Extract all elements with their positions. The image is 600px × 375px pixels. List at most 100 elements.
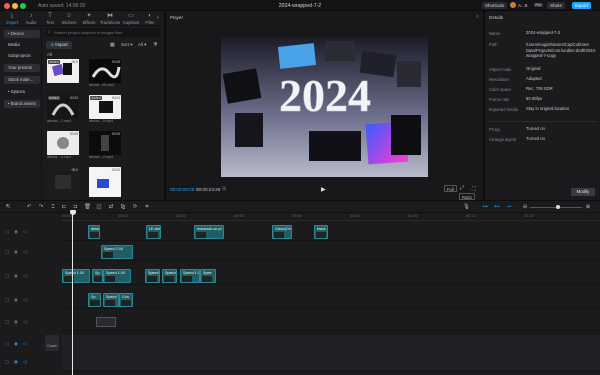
sort-button[interactable]: Sort ▾ — [121, 41, 133, 49]
media-duration: 00:05 — [69, 132, 78, 136]
player-menu-icon[interactable]: ≡ — [476, 14, 479, 20]
media-item[interactable]: 00:05 abstra...-3.mp4 — [47, 131, 79, 159]
microphone-icon[interactable]: 🎙 — [463, 204, 470, 210]
filter-icon[interactable]: ⧩ — [153, 42, 157, 48]
timeline-clip[interactable]: Con — [119, 293, 133, 307]
import-button[interactable]: ⊕ Import — [46, 41, 72, 49]
sidebar-item-media[interactable]: Media — [4, 41, 40, 49]
zoom-icon[interactable]: ⤢ — [460, 185, 464, 191]
sidebar-item-spaces[interactable]: • Spaces — [4, 88, 40, 96]
zoom-in-icon[interactable]: ⊕ — [585, 204, 591, 210]
split-left-icon[interactable]: ⊏ — [61, 204, 67, 210]
timeline-clip[interactable]: Speed — [103, 293, 119, 307]
sidebar-item-stock[interactable]: Stock mate... — [4, 76, 40, 84]
snap-icon[interactable]: ⊷ — [494, 204, 500, 210]
media-item[interactable]: 00:03 — [89, 167, 121, 197]
ratio-button[interactable]: Ratio — [459, 193, 475, 200]
redo-icon[interactable]: ↷ — [38, 204, 44, 210]
tab-stickers[interactable]: ☺ Stickers — [59, 11, 79, 26]
timeline-clip[interactable]: Sp — [92, 269, 103, 283]
timeline-clip[interactable]: Speed 1.0X — [62, 269, 90, 283]
full-quality-button[interactable]: Full — [444, 185, 457, 192]
video-frame-art: 2024 — [221, 37, 428, 177]
media-search[interactable]: ⌕ — [46, 28, 160, 37]
timeline-clip[interactable]: Speed 1.0X — [103, 269, 131, 283]
media-item[interactable]: 00:05 abstra...-2.mp4 — [89, 131, 121, 159]
sidebar-item-presets[interactable]: Your presets — [4, 64, 40, 72]
stickers-icon: ☺ — [65, 13, 73, 19]
timeline-clip[interactable]: Speed — [145, 269, 160, 283]
mirror-icon[interactable]: ⧎ — [120, 204, 126, 210]
media-item[interactable]: Added 00:0 — [47, 59, 79, 83]
crop-icon[interactable]: ⌗ — [144, 204, 150, 210]
avatar[interactable] — [510, 2, 516, 8]
sidebar-item-device[interactable]: • Device — [4, 30, 40, 38]
fit-icon[interactable]: ⊞ — [222, 186, 226, 192]
freeze-icon[interactable]: ◫ — [96, 204, 102, 210]
video-preview[interactable]: 2024 — [221, 37, 428, 177]
timeline-clip[interactable]: black — [314, 225, 328, 239]
select-tool-icon[interactable]: ⇱ — [5, 204, 11, 210]
media-item[interactable]: Added 00:04 abstra...-5.mp4 — [89, 95, 121, 123]
tab-captions[interactable]: ▭ Captions — [121, 11, 141, 26]
sidebar-item-brand-assets[interactable]: • Brand assets — [4, 100, 40, 108]
playhead[interactable] — [72, 213, 73, 375]
media-item[interactable]: Added 00:03 abstra...-7.mp4 — [47, 95, 79, 123]
clip-label: Speed 1.0X — [65, 271, 85, 275]
media-thumbnail: 00:0 — [47, 167, 79, 197]
more-tabs-icon[interactable]: › — [157, 15, 159, 21]
tab-effects-label: Effects — [82, 20, 96, 25]
text-icon: T — [48, 13, 52, 19]
import-plus-icon: ⊕ — [50, 42, 54, 47]
media-thumbnail: 00:05 — [47, 131, 79, 155]
clip-label: Speed 1.0 — [183, 271, 200, 275]
preview-axis-icon[interactable]: ⊸ — [506, 204, 512, 210]
media-item[interactable]: 00:0 — [47, 167, 79, 197]
timeline-clip[interactable]: Spee — [200, 269, 216, 283]
grid-view-icon[interactable]: ▦ — [110, 42, 115, 48]
zoom-slider-handle[interactable] — [556, 205, 560, 209]
rotate-icon[interactable]: ⟳ — [132, 204, 138, 210]
media-item[interactable]: 00:08 abstra...e6.mp4 — [89, 59, 121, 87]
timeline-clip[interactable]: Sp — [88, 293, 101, 307]
filter-all-label: All — [138, 42, 143, 47]
tab-import[interactable]: ⤓ Import — [2, 11, 22, 26]
tab-transitions[interactable]: ⧓ Transitions — [99, 11, 121, 26]
split-icon[interactable]: ⌶ — [50, 204, 56, 210]
tab-effects[interactable]: ✦ Effects — [79, 11, 99, 26]
clip-label: Speed 2.0X — [104, 247, 124, 251]
zoom-out-icon[interactable]: ⊖ — [522, 204, 528, 210]
detail-value-resolution: Adapted — [526, 76, 542, 81]
timeline-clip[interactable]: Speed 1.0 — [180, 269, 200, 283]
timeline-clip[interactable]: LE-abs — [146, 225, 161, 239]
media-duration: 00:03 — [69, 96, 78, 100]
play-icon[interactable]: ▶ — [321, 186, 326, 193]
timeline-clip[interactable]: Clean(On — [272, 225, 292, 239]
clip-thumbnail — [103, 252, 113, 258]
user-name[interactable]: A...5 — [518, 3, 527, 8]
export-button[interactable]: Export — [572, 2, 592, 9]
clip-layer: abstr LE-abs macbook-on-pi Clean(On black Spe… — [0, 213, 600, 375]
modify-button[interactable]: Modify — [571, 188, 595, 196]
added-badge: Added — [48, 96, 60, 100]
shortcuts-button[interactable]: Shortcuts — [482, 2, 508, 9]
reverse-icon[interactable]: ⇄ — [108, 204, 114, 210]
ghost-clip[interactable] — [96, 317, 116, 327]
undo-icon[interactable]: ↶ — [26, 204, 32, 210]
tab-audio[interactable]: ♪ Audio — [21, 11, 41, 26]
search-input[interactable] — [54, 29, 158, 36]
media-filename: abstra...-7.mp4 — [47, 119, 72, 123]
sidebar-item-subprojects[interactable]: Subprojects — [4, 52, 40, 60]
filter-all-button[interactable]: All ▾ — [138, 41, 146, 49]
timeline-clip[interactable]: Speed — [162, 269, 177, 283]
fullscreen-icon[interactable]: ⛶ — [472, 186, 476, 192]
timeline-clip[interactable]: macbook-on-pi — [194, 225, 224, 239]
timeline-clip[interactable]: abstr — [88, 225, 100, 239]
delete-icon[interactable]: 🗑 — [84, 204, 91, 210]
filter-icon: ◐ — [148, 13, 152, 19]
tab-text[interactable]: T Text — [40, 11, 60, 26]
link-icon[interactable]: ⊶ — [482, 204, 488, 210]
cover-button[interactable]: Cover — [45, 335, 59, 351]
timeline-clip[interactable]: Speed 2.0X — [101, 245, 133, 259]
share-button[interactable]: Share — [547, 2, 566, 9]
